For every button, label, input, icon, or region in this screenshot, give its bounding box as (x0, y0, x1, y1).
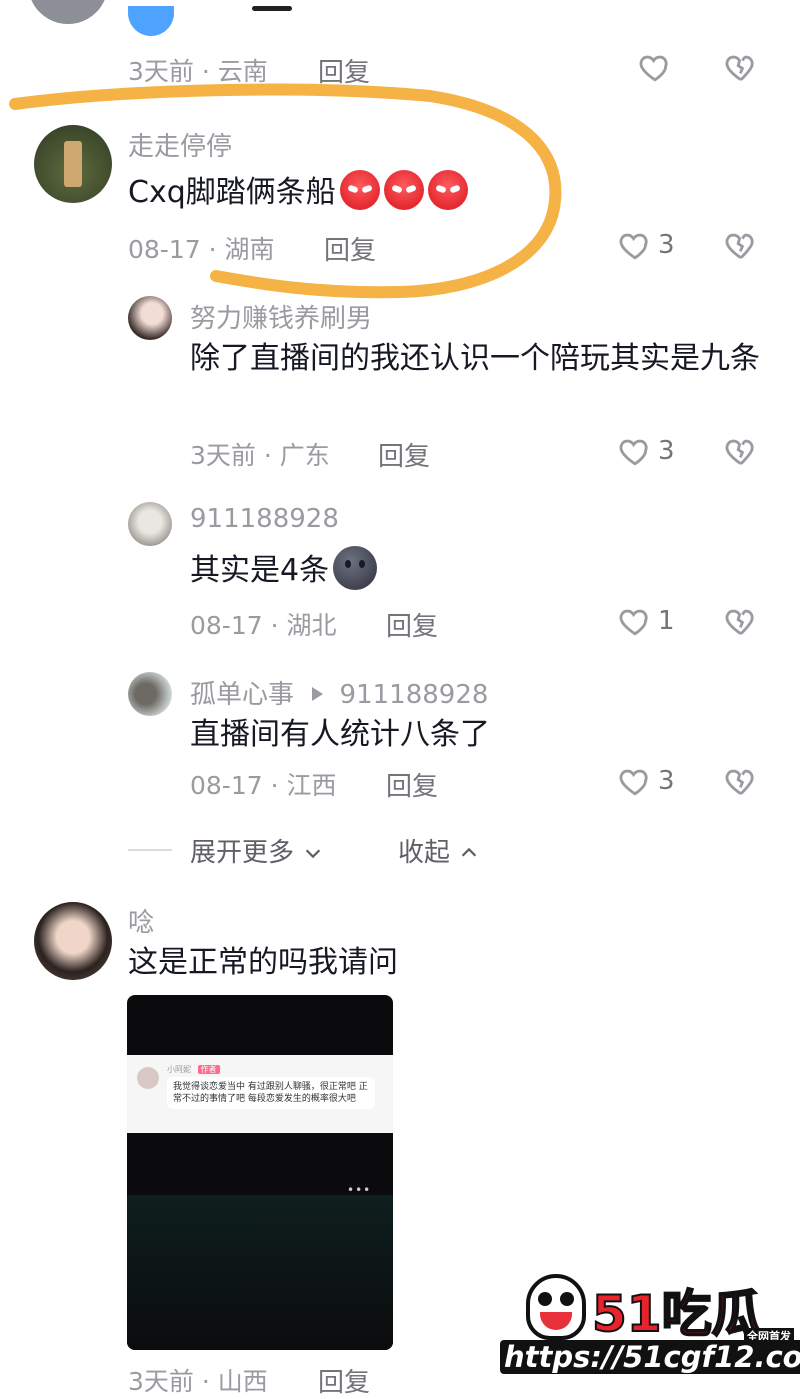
chevron-up-icon (462, 847, 477, 857)
commenter-name[interactable]: 走走停停 (128, 126, 232, 163)
collapse-button[interactable]: 收起 (398, 832, 480, 869)
commenter-name[interactable]: 孤单心事 911188928 (190, 674, 488, 711)
chat-username: 小阿妮 作者 (167, 1064, 220, 1075)
watermark: 51吃瓜 全网首发 https://51cgf12.com (500, 1268, 800, 1376)
emoji-icon (128, 6, 174, 36)
avatar[interactable] (28, 0, 108, 24)
chat-message: 我觉得谈恋爱当中 有过跟别人聊骚，很正常吧 正常不过的事情了吧 每段恋爱发生的概… (167, 1077, 375, 1109)
more-dots-icon[interactable]: ••• (347, 1183, 371, 1197)
comment-time: 08-17 · 湖北 (190, 611, 337, 640)
avatar[interactable] (128, 502, 172, 546)
commenter-name[interactable]: 唸 (128, 902, 154, 939)
dark-face-icon (333, 546, 378, 590)
like-heart-icon[interactable] (618, 434, 652, 468)
like-count: 3 (658, 436, 675, 466)
like-heart-icon[interactable] (618, 604, 652, 638)
avatar[interactable] (128, 296, 172, 340)
comment-time: 3天前 · 山西 (128, 1367, 268, 1396)
dislike-icon[interactable] (724, 604, 758, 638)
comment-text: Cxq脚踏俩条船 (128, 170, 468, 216)
dislike-icon[interactable] (724, 764, 758, 798)
avatar[interactable] (34, 125, 112, 203)
comment-time: 08-17 · 湖南 (128, 235, 275, 264)
reply-button[interactable]: 回复 (378, 436, 430, 473)
expand-more-button[interactable]: 展开更多 (190, 832, 324, 869)
reply-to-name[interactable]: 911188928 (340, 680, 489, 710)
comment-time: 08-17 · 江西 (190, 771, 337, 800)
dislike-icon[interactable] (724, 50, 758, 84)
comment-text: 除了直播间的我还认识一个陪玩其实是九条 (190, 341, 760, 376)
video-gradient (127, 1195, 393, 1350)
chevron-down-icon (306, 849, 321, 859)
reply-arrow-icon (312, 687, 324, 701)
comment-time: 3天前 · 广东 (190, 441, 330, 470)
reply-button[interactable]: 回复 (386, 766, 438, 803)
angry-face-icon (339, 170, 380, 210)
home-indicator (252, 6, 292, 11)
mascot-icon (526, 1274, 586, 1340)
avatar (137, 1067, 159, 1089)
like-heart-icon[interactable] (638, 50, 672, 84)
comment-text: 直播间有人统计八条了 (190, 717, 490, 752)
like-count: 3 (658, 766, 675, 796)
reply-button[interactable]: 回复 (324, 230, 376, 267)
dislike-icon[interactable] (724, 228, 758, 262)
comment-text: 这是正常的吗我请问 (128, 945, 398, 980)
comment-text: 其实是4条 (190, 546, 378, 594)
author-badge: 作者 (197, 1065, 220, 1074)
like-count: 1 (658, 606, 675, 636)
dislike-icon[interactable] (724, 434, 758, 468)
like-heart-icon[interactable] (618, 228, 652, 262)
watermark-url: https://51cgf12.com (500, 1340, 800, 1374)
chat-screenshot-card: 小阿妮 作者 我觉得谈恋爱当中 有过跟别人聊骚，很正常吧 正常不过的事情了吧 每… (127, 1055, 393, 1133)
commenter-name[interactable]: 努力赚钱养刷男 (190, 298, 372, 335)
avatar[interactable] (128, 672, 172, 716)
avatar[interactable] (34, 902, 112, 980)
angry-face-icon (383, 170, 424, 210)
comment-image[interactable]: 小阿妮 作者 我觉得谈恋爱当中 有过跟别人聊骚，很正常吧 正常不过的事情了吧 每… (127, 995, 393, 1350)
like-count: 3 (658, 230, 675, 260)
angry-face-icon (427, 170, 468, 210)
reply-button[interactable]: 回复 (386, 606, 438, 643)
commenter-name[interactable]: 911188928 (190, 504, 339, 534)
like-heart-icon[interactable] (618, 764, 652, 798)
brand-name: 51吃瓜 (591, 1284, 763, 1344)
divider (128, 849, 172, 851)
